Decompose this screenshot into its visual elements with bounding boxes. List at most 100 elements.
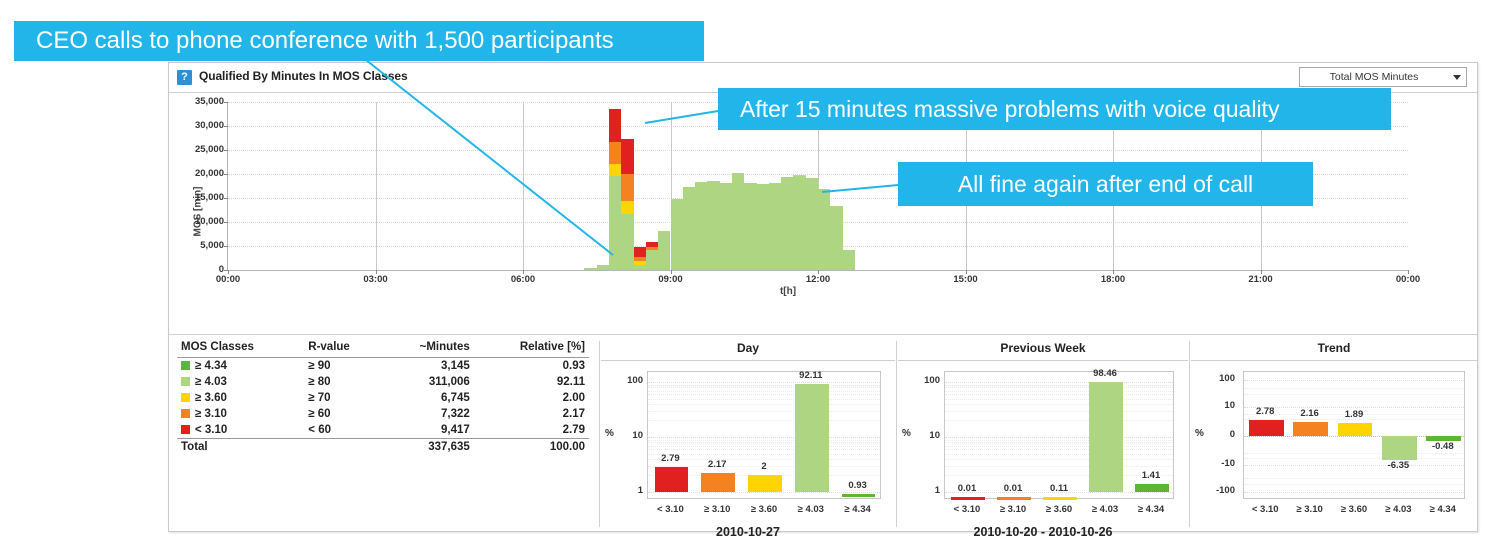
- stacked-bar[interactable]: [731, 172, 745, 270]
- bar-value-label: 0.93: [848, 479, 867, 491]
- metric-selector-value: Total MOS Minutes: [1329, 71, 1419, 83]
- stacked-bar[interactable]: [621, 139, 634, 270]
- bar[interactable]: [1043, 497, 1077, 501]
- bar-segment-yellow: [633, 260, 646, 266]
- metric-selector-dropdown[interactable]: Total MOS Minutes: [1299, 67, 1467, 87]
- class-color-swatch: [181, 377, 190, 386]
- bar-segment-green: [596, 264, 610, 270]
- bar[interactable]: [841, 493, 876, 497]
- question-mark-icon[interactable]: ?: [177, 70, 192, 85]
- bar-segment-red: [621, 139, 634, 174]
- stacked-bar[interactable]: [830, 205, 843, 270]
- chart-title: Trend: [1317, 341, 1351, 355]
- table-row: ≥ 4.03 ≥ 80 311,006 92.11: [177, 374, 589, 390]
- y-tick-mark: [224, 222, 228, 223]
- bar-segment-green: [695, 181, 708, 270]
- x-axis-tick-label: 15:00: [953, 274, 978, 285]
- y-axis-tick-label: -100: [1215, 485, 1235, 496]
- bar-segment-green: [645, 249, 659, 270]
- bar[interactable]: [1293, 422, 1328, 436]
- title-divider: [898, 360, 1188, 361]
- stacked-bar[interactable]: [707, 180, 720, 270]
- bar-value-label: 92.11: [799, 369, 823, 381]
- bar[interactable]: [1089, 382, 1123, 492]
- stacked-bar[interactable]: [756, 184, 769, 270]
- stacked-bar[interactable]: [805, 178, 818, 270]
- bar-segment-green: [805, 178, 818, 270]
- bar[interactable]: [997, 497, 1031, 501]
- y-axis-tick-label: 25,000: [194, 144, 224, 155]
- cell-r-value: ≥ 90: [308, 360, 331, 372]
- y-axis-tick-label: -10: [1221, 458, 1235, 470]
- table-body: ≥ 4.34 ≥ 90 3,145 0.93 ≥ 4.03 ≥ 80 311,006 92.1…: [177, 358, 589, 455]
- y-tick-mark: [224, 126, 228, 127]
- stacked-bar[interactable]: [768, 182, 782, 270]
- bar[interactable]: [654, 467, 689, 492]
- bar[interactable]: [1248, 419, 1284, 436]
- stacked-bar[interactable]: [793, 175, 806, 270]
- cell-total-minutes: 337,635: [382, 438, 474, 455]
- table-row: ≥ 3.10 ≥ 60 7,322 2.17: [177, 406, 589, 422]
- main-timeseries-chart: MOS [min] 0 5,000 10,000 15,000 20,000 25,000…: [169, 94, 1477, 334]
- y-axis-tick-label: 100: [924, 375, 940, 386]
- stacked-bar[interactable]: [670, 198, 683, 270]
- bar[interactable]: [701, 473, 736, 492]
- bar[interactable]: [951, 497, 985, 501]
- stacked-bar[interactable]: [645, 242, 659, 270]
- stacked-bar[interactable]: [596, 264, 610, 270]
- bar-segment-red: [609, 108, 622, 142]
- chart-date-range: 2010-10-27: [716, 525, 780, 539]
- bar-segment-yellow: [793, 175, 806, 176]
- stacked-bar[interactable]: [584, 267, 597, 270]
- y-axis-tick-label: 100: [1219, 373, 1235, 384]
- stacked-bar[interactable]: [818, 189, 831, 270]
- class-color-swatch: [181, 361, 190, 370]
- mos-class-label: ≥ 4.03: [195, 376, 227, 388]
- bar-segment-orange: [645, 247, 659, 250]
- class-color-swatch: [181, 393, 190, 402]
- bar-segment-green: [658, 230, 671, 270]
- bar[interactable]: [794, 383, 829, 492]
- cell-total-label: Total: [177, 438, 305, 455]
- stacked-bar[interactable]: [633, 246, 646, 270]
- minor-gridline: [648, 410, 880, 412]
- bar[interactable]: [1135, 483, 1169, 492]
- col-header-mos-classes: MOS Classes: [177, 339, 305, 358]
- minor-gridline: [648, 445, 880, 447]
- minor-gridline: [945, 384, 1173, 386]
- cell-r-value: ≥ 60: [308, 408, 331, 420]
- y-tick-mark: [224, 174, 228, 175]
- bar[interactable]: [1382, 436, 1417, 461]
- x-axis-category-label: ≥ 4.34: [1429, 504, 1456, 515]
- stacked-bar[interactable]: [744, 182, 757, 270]
- title-divider: [601, 360, 895, 361]
- dashboard-panel: ? Qualified By Minutes In MOS Classes To…: [168, 62, 1478, 539]
- minor-gridline: [1244, 452, 1464, 454]
- gridline-vertical: [523, 102, 524, 270]
- minor-gridline: [945, 403, 1173, 405]
- bar-segment-green: [670, 198, 683, 270]
- page-title: Qualified By Minutes In MOS Classes: [199, 69, 408, 83]
- stacked-bar[interactable]: [781, 176, 794, 270]
- stacked-bar[interactable]: [609, 108, 622, 270]
- minor-gridline: [945, 465, 1173, 467]
- bar[interactable]: [748, 475, 782, 492]
- y-axis-tick-label: 5,000: [200, 240, 224, 251]
- chevron-down-icon: [1453, 75, 1461, 80]
- cell-mos-class: ≥ 4.34: [177, 358, 304, 375]
- bar[interactable]: [1337, 423, 1373, 436]
- stacked-bar[interactable]: [682, 187, 696, 270]
- bar-segment-green: [842, 249, 855, 270]
- stacked-bar[interactable]: [695, 181, 708, 270]
- y-axis-tick-label: 0: [1229, 429, 1235, 440]
- stacked-bar[interactable]: [842, 249, 855, 270]
- cell-r-value: ≥ 80: [308, 376, 331, 388]
- cell-minutes: 9,417: [441, 424, 470, 436]
- stacked-bar[interactable]: [658, 230, 671, 270]
- stacked-bar[interactable]: [719, 183, 732, 270]
- bar-segment-green: [756, 184, 769, 270]
- bar-value-label: 98.46: [1093, 368, 1117, 380]
- minor-gridline: [1244, 388, 1464, 390]
- minor-gridline: [1244, 394, 1464, 396]
- bar-segment-green: [707, 180, 720, 270]
